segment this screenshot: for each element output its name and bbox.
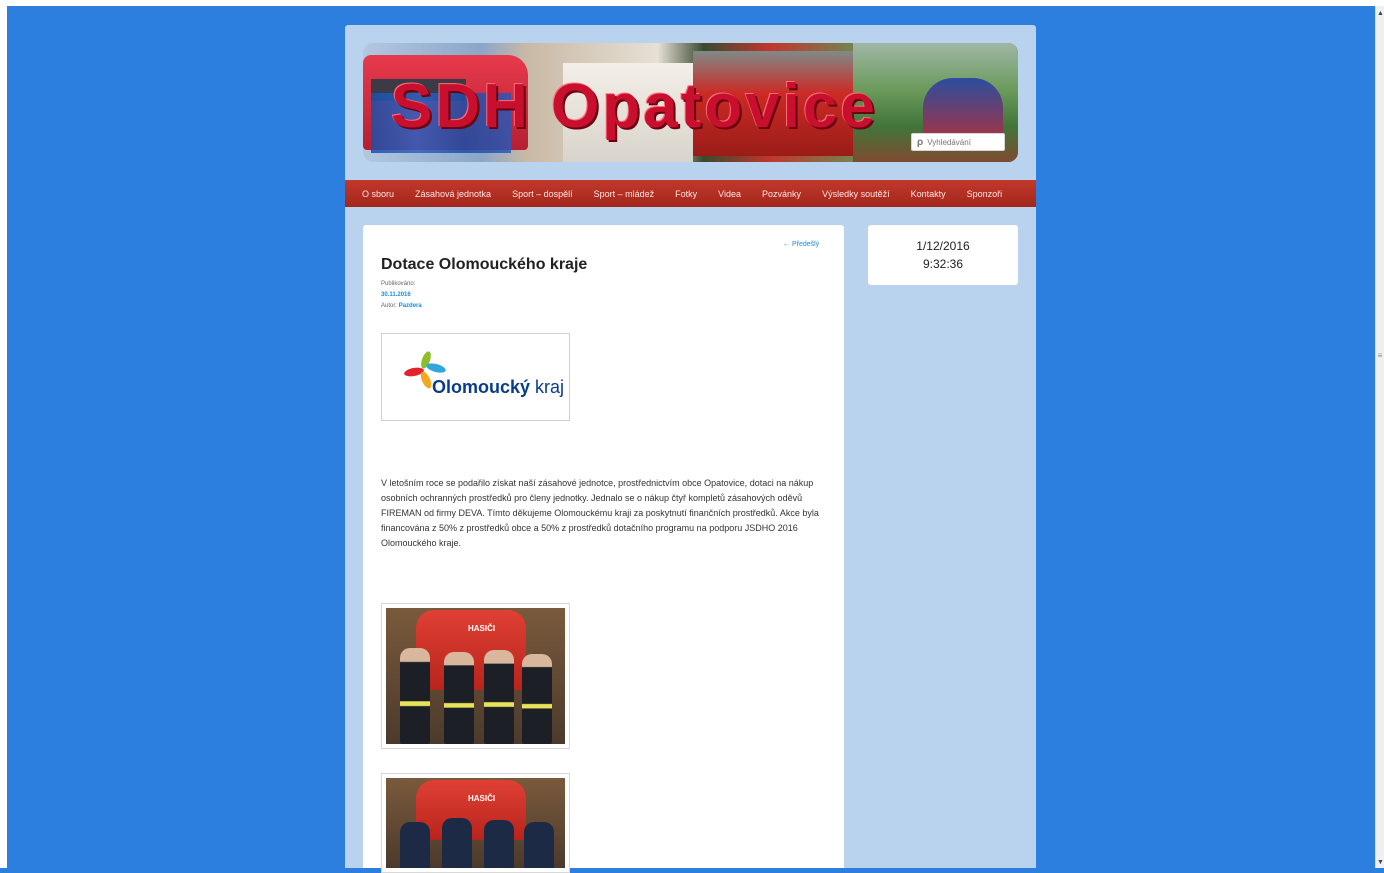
browser-top-edge <box>0 0 1384 6</box>
scroll-up-icon[interactable]: ▲ <box>1377 10 1384 17</box>
photo-2-label: HASIČI <box>468 794 496 803</box>
logo-text: Olomoucký kraj <box>432 377 565 397</box>
search-input[interactable] <box>927 137 998 147</box>
post-date-link[interactable]: 30.11.2016 <box>381 292 411 298</box>
photo-1-label: HASIČI <box>468 624 496 633</box>
nav-item-vysledky-soutezi[interactable]: Výsledky soutěží <box>822 189 890 199</box>
post-title: Dotace Olomouckého kraje <box>381 256 588 273</box>
published-label: Publikováno: <box>381 281 416 287</box>
nav-item-pozvanky[interactable]: Pozvánky <box>762 189 801 199</box>
scroll-down-icon[interactable]: ▼ <box>1377 859 1384 866</box>
nav-item-kontakty[interactable]: Kontakty <box>911 189 946 199</box>
clock-time: 9:32:36 <box>922 257 964 271</box>
nav-item-fotky[interactable]: Fotky <box>675 189 697 199</box>
post-photo-2[interactable]: HASIČI <box>381 773 570 873</box>
browser-left-edge <box>0 0 7 868</box>
sidebar-clock-widget: 1/12/2016 9:32:36 <box>868 225 1018 285</box>
post-photo-1[interactable]: HASIČI <box>381 603 570 749</box>
nav-item-sponzori[interactable]: Sponzoři <box>967 189 1003 199</box>
vertical-scrollbar[interactable]: ▲ ≡ ▼ <box>1375 6 1384 868</box>
author-link[interactable]: Pazdera <box>399 303 422 309</box>
nav-item-sport-dospeli[interactable]: Sport – dospělí <box>512 189 573 199</box>
previous-post-link[interactable]: ← Předešlý <box>783 241 819 248</box>
search-icon[interactable]: ρ <box>917 137 923 148</box>
post-body-text: V letošním roce se podařilo získat naší … <box>381 478 819 548</box>
post-author: Autor: Pazdera <box>381 303 422 309</box>
page-wrapper: SDH Opatovice ρ O sboru Zásahová jednotk… <box>345 25 1036 873</box>
search-box[interactable]: ρ <box>911 133 1005 151</box>
author-label: Autor: <box>381 303 398 309</box>
site-header-banner: SDH Opatovice ρ <box>363 43 1018 162</box>
scroll-grip-icon[interactable]: ≡ <box>1376 351 1384 363</box>
nav-item-videa[interactable]: Videa <box>718 189 741 199</box>
nav-item-o-sboru[interactable]: O sboru <box>362 189 394 199</box>
clock-date: 1/12/2016 <box>916 239 970 253</box>
nav-item-zasahova-jednotka[interactable]: Zásahová jednotka <box>415 189 491 199</box>
main-navigation: O sboru Zásahová jednotka Sport – dospěl… <box>345 180 1036 207</box>
post-content: ← Předešlý Dotace Olomouckého kraje Publ… <box>363 225 844 873</box>
nav-item-sport-mladez[interactable]: Sport – mládež <box>594 189 655 199</box>
olomoucky-kraj-logo[interactable]: Olomoucký kraj <box>381 333 570 421</box>
site-title[interactable]: SDH Opatovice <box>391 71 1011 142</box>
